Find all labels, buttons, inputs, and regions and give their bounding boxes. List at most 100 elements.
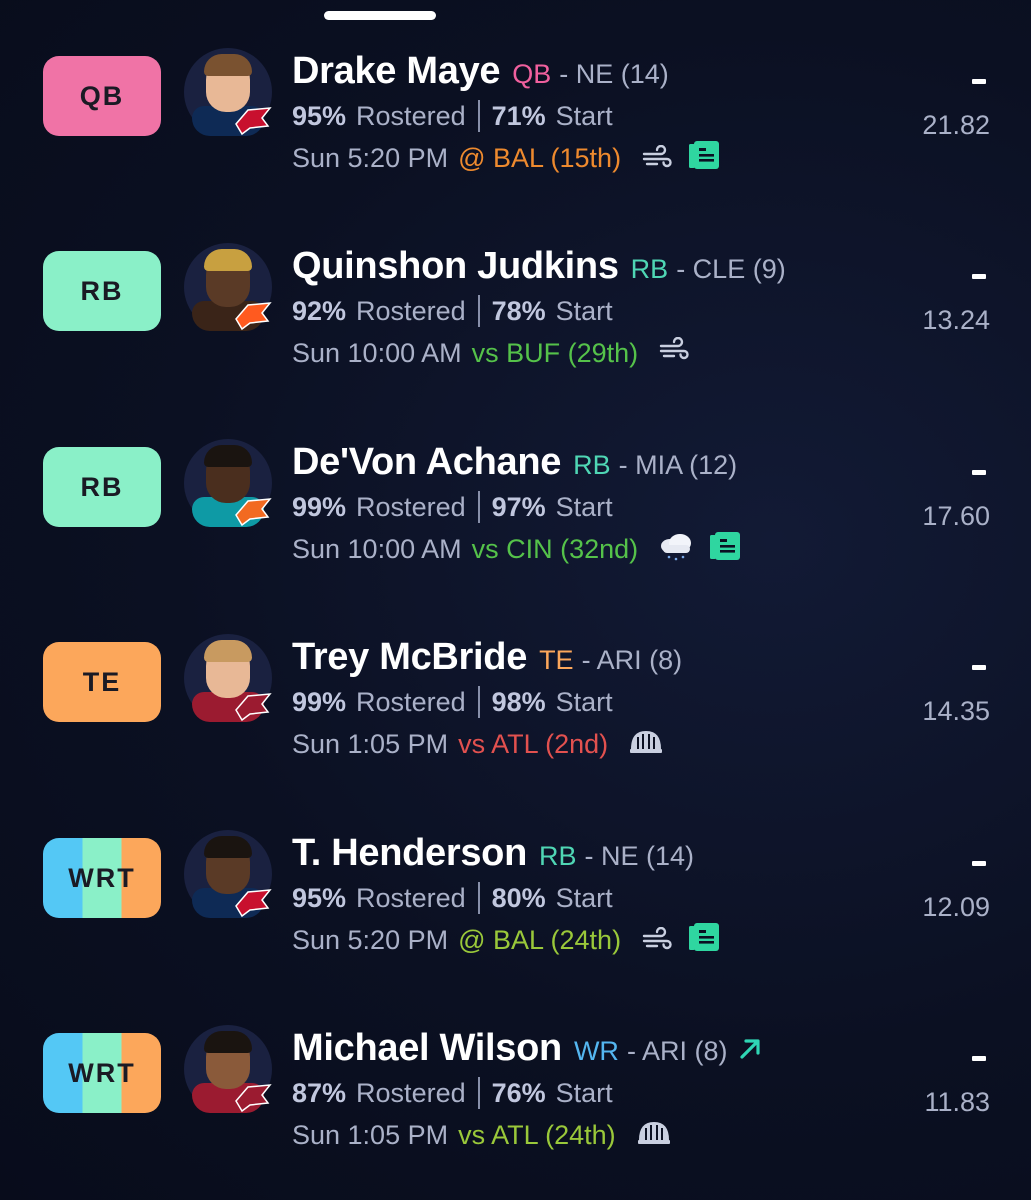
team-logo-icon [234,690,272,722]
rostered-percent: 99% [292,491,347,522]
news-icon[interactable] [708,530,742,562]
ownership-stats: 95% Rostered 80% Start [292,878,613,918]
start-percent: 71% [491,100,546,131]
avatar-hair [204,1031,252,1053]
game-icons [621,921,721,960]
game-icons [608,727,664,762]
projected-points: 11.83 [924,1087,990,1117]
game-info: Sun 5:20 PM @ BAL (24th) [292,920,721,960]
rostered-label: Rostered [356,686,466,717]
player-row[interactable]: RB Quinshon Judkins RB - CLE (9) 92% Ros… [0,243,1031,439]
game-time: Sun 10:00 AM [292,337,462,368]
player-name[interactable]: Drake Maye [292,50,501,93]
player-name-line: Michael Wilson WR - ARI (8) [292,1027,763,1071]
start-label: Start [555,491,613,522]
rostered-label: Rostered [356,295,466,326]
start-percent: 98% [491,686,546,717]
player-row[interactable]: WRT Michael Wilson WR - ARI (8) 87% Rost… [0,1025,1031,1200]
player-avatar [184,439,272,527]
dome-icon [636,1118,672,1146]
game-info: Sun 1:05 PM vs ATL (2nd) [292,724,664,764]
sheet-grab-handle[interactable] [324,11,436,20]
rostered-percent: 99% [292,686,347,717]
player-name[interactable]: Michael Wilson [292,1027,562,1070]
projected-points: 13.24 [922,305,990,335]
position-badge[interactable]: QB [43,56,161,136]
rostered-percent: 95% [292,100,347,131]
team-info: - ARI (8) [581,645,683,675]
wind-icon [641,144,673,171]
stats-divider [477,1077,480,1109]
player-row[interactable]: WRT T. Henderson RB - NE (14) 95% Roster… [0,830,1031,1026]
game-icons [638,530,742,569]
game-info: Sun 1:05 PM vs ATL (24th) [292,1115,672,1155]
start-label: Start [555,295,613,326]
player-position: RB [630,254,669,284]
player-position: QB [512,59,552,89]
player-avatar [184,1025,272,1113]
team-logo-icon [234,886,272,918]
player-name-line: Trey McBride TE - ARI (8) [292,636,682,680]
opponent-matchup: @ BAL (24th) [458,924,622,955]
game-time: Sun 1:05 PM [292,728,449,759]
news-icon[interactable] [687,139,721,171]
rostered-label: Rostered [356,100,466,131]
news-icon[interactable] [687,921,721,953]
position-badge[interactable]: RB [43,447,161,527]
game-icons [616,1118,672,1153]
team-logo-icon [234,104,272,136]
player-avatar [184,634,272,722]
team-info: - CLE (9) [676,254,786,284]
team-logo-icon [234,299,272,331]
start-percent: 80% [491,882,546,913]
actual-points-dash [972,665,986,670]
game-info: Sun 10:00 AM vs BUF (29th) [292,333,690,373]
player-name[interactable]: Quinshon Judkins [292,245,619,288]
position-badge[interactable]: WRT [43,1033,161,1113]
start-label: Start [555,100,613,131]
player-name[interactable]: T. Henderson [292,832,527,875]
game-time: Sun 10:00 AM [292,533,462,564]
start-percent: 97% [491,491,546,522]
avatar-hair [204,445,252,467]
rain-cloud-icon [658,532,694,562]
position-badge[interactable]: RB [43,251,161,331]
game-icons [638,336,690,370]
ownership-stats: 87% Rostered 76% Start [292,1073,613,1113]
team-info: - NE (14) [559,59,669,89]
start-label: Start [555,882,613,913]
projected-points: 12.09 [922,892,990,922]
rostered-label: Rostered [356,1077,466,1108]
game-info: Sun 5:20 PM @ BAL (15th) [292,138,721,178]
player-row[interactable]: TE Trey McBride TE - ARI (8) 99% Rostere… [0,634,1031,830]
stats-divider [477,295,480,327]
player-position: RB [573,450,611,480]
position-badge[interactable]: TE [43,642,161,722]
opponent-matchup: @ BAL (15th) [458,142,622,173]
player-position: WR [573,1036,619,1066]
stats-divider [477,491,480,523]
player-avatar [184,830,272,918]
player-name[interactable]: De'Von Achane [292,441,561,484]
ownership-stats: 99% Rostered 98% Start [292,682,613,722]
opponent-matchup: vs ATL (24th) [458,1119,616,1150]
player-name[interactable]: Trey McBride [292,636,527,679]
team-info: - NE (14) [584,841,695,871]
ownership-stats: 99% Rostered 97% Start [292,487,613,527]
player-position: RB [539,841,577,871]
player-row[interactable]: QB Drake Maye QB - NE (14) 95% Rostered … [0,48,1031,244]
start-label: Start [555,1077,613,1108]
player-avatar [184,243,272,331]
opponent-matchup: vs BUF (29th) [471,337,639,368]
avatar-hair [204,249,252,271]
player-position: TE [539,645,574,675]
wind-icon [658,336,690,363]
start-label: Start [555,686,613,717]
ownership-stats: 92% Rostered 78% Start [292,291,613,331]
game-time: Sun 5:20 PM [292,142,449,173]
ownership-stats: 95% Rostered 71% Start [292,96,613,136]
player-row[interactable]: RB De'Von Achane RB - MIA (12) 99% Roste… [0,439,1031,635]
team-info: - ARI (8) [626,1036,728,1066]
position-badge[interactable]: WRT [43,838,161,918]
team-info: - MIA (12) [618,450,738,480]
